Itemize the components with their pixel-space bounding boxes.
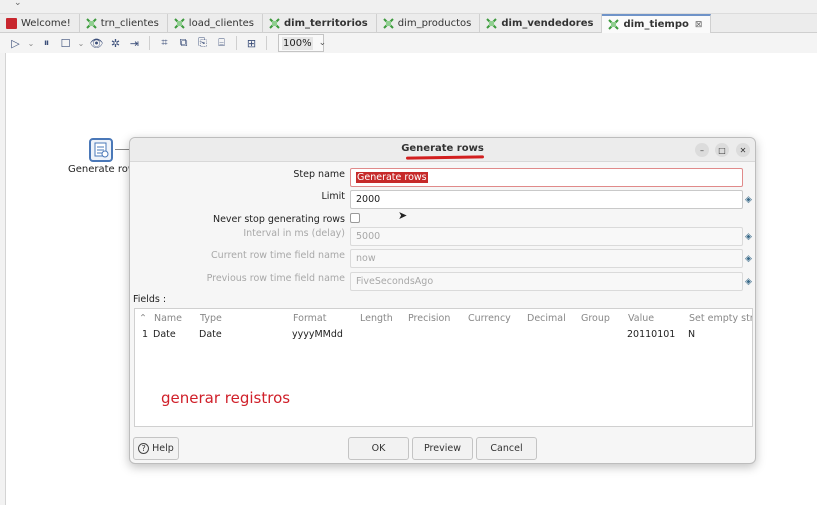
fields-label: Fields : [133, 294, 167, 305]
sort-caret-icon[interactable]: ⌃ [139, 313, 147, 324]
variable-icon: ◈ [745, 254, 752, 264]
step-name-input[interactable]: Generate rows [350, 168, 743, 187]
toolbar-divider [149, 36, 150, 50]
tab-trn-clientes[interactable]: trn_clientes [80, 14, 168, 33]
interval-label: Interval in ms (delay) [243, 228, 345, 239]
dialog-title: Generate rows [401, 143, 484, 154]
help-button[interactable]: ? Help [133, 437, 179, 460]
mouse-cursor-icon: ➤ [398, 209, 408, 222]
tab-dim-tiempo[interactable]: dim_tiempo ⊠ [602, 14, 712, 33]
variable-icon: ◈ [745, 195, 752, 205]
maximize-icon[interactable]: □ [715, 143, 729, 157]
cancel-button[interactable]: Cancel [476, 437, 537, 460]
impact-icon[interactable]: ⧉ [176, 36, 191, 51]
interval-input[interactable]: 5000 [350, 227, 743, 246]
column-header[interactable]: Name [154, 313, 182, 324]
previous-time-input[interactable]: FiveSecondsAgo [350, 272, 743, 291]
tab-load-clientes[interactable]: load_clientes [168, 14, 263, 33]
table-cell[interactable]: N [688, 329, 695, 340]
preview-button[interactable]: Preview [412, 437, 473, 460]
transformation-icon [174, 18, 185, 29]
preview-eye-icon[interactable]: 👁 [89, 36, 104, 51]
tab-label: Welcome! [21, 18, 71, 29]
verify-icon[interactable]: ⌗ [157, 36, 172, 51]
tab-label: dim_productos [397, 18, 472, 29]
red-underline-annotation [405, 155, 485, 160]
column-header[interactable]: Type [200, 313, 222, 324]
row-number: 1 [142, 329, 149, 340]
top-strip: ⌄ [0, 0, 817, 14]
variable-icon: ◈ [745, 232, 752, 242]
column-header[interactable]: Group [581, 313, 610, 324]
step-name-label: Step name [293, 169, 345, 180]
tab-label: dim_tiempo [623, 19, 689, 30]
step-name-value: Generate rows [356, 172, 428, 183]
transformation-icon [382, 18, 394, 29]
explore-db-icon[interactable]: ⌸ [214, 36, 229, 51]
column-header[interactable]: Set empty str [689, 313, 752, 324]
table-cell[interactable]: Date [199, 329, 222, 340]
help-label: Help [152, 443, 174, 454]
tab-label: trn_clientes [100, 18, 159, 29]
column-header[interactable]: Decimal [527, 313, 566, 324]
align-grid-icon[interactable]: ⊞ [244, 36, 259, 51]
transformation-icon [486, 18, 498, 29]
tab-dim-territorios[interactable]: dim_territorios [263, 14, 377, 33]
chevron-down-icon[interactable]: ⌄ [14, 0, 22, 8]
help-icon: ? [138, 443, 150, 454]
generate-rows-step-icon[interactable] [89, 138, 113, 162]
tab-dim-productos[interactable]: dim_productos [377, 14, 481, 33]
tab-label: dim_vendedores [501, 18, 594, 29]
tab-dim-vendedores[interactable]: dim_vendedores [480, 14, 603, 33]
annotation-text: generar registros [161, 389, 291, 407]
never-stop-checkbox[interactable] [350, 213, 360, 223]
fields-table[interactable]: ⌃ Name Type Format Length Precision Curr… [134, 308, 753, 427]
chevron-down-icon[interactable]: ⌄ [27, 36, 35, 51]
sql-icon[interactable]: ⎘ [195, 36, 210, 51]
table-cell[interactable]: 20110101 [627, 329, 675, 340]
welcome-icon [6, 18, 17, 29]
debug-icon[interactable]: ✲ [108, 36, 123, 51]
column-header[interactable]: Currency [468, 313, 511, 324]
tab-label: dim_territorios [284, 18, 368, 29]
chevron-down-icon[interactable]: ⌄ [77, 36, 85, 51]
column-header[interactable]: Length [360, 313, 393, 324]
generate-rows-dialog: Generate rows – □ ✕ Step name Generate r… [129, 137, 756, 464]
tab-welcome[interactable]: Welcome! [0, 14, 80, 33]
previous-time-label: Previous row time field name [206, 273, 345, 284]
toolbar-divider [266, 36, 267, 50]
current-time-label: Current row time field name [211, 250, 345, 261]
limit-input[interactable]: 2000 [350, 190, 743, 209]
run-icon[interactable]: ▷ [8, 36, 23, 51]
close-icon[interactable]: ✕ [736, 143, 750, 157]
never-stop-label: Never stop generating rows [212, 214, 345, 225]
current-time-input[interactable]: now [350, 249, 743, 268]
replay-icon[interactable]: ⇥ [127, 36, 142, 51]
toolbar: ▷ ⌄ ⏸ ☐ ⌄ 👁 ✲ ⇥ ⌗ ⧉ ⎘ ⌸ ⊞ 100% ⌄ [0, 33, 817, 53]
column-header[interactable]: Format [293, 313, 326, 324]
zoom-value: 100% [282, 36, 313, 50]
table-cell[interactable]: yyyyMMdd [292, 329, 343, 340]
stop-icon[interactable]: ☐ [58, 36, 73, 51]
chevron-down-icon: ⌄ [318, 38, 327, 48]
variable-icon: ◈ [745, 277, 752, 287]
column-header[interactable]: Value [628, 313, 654, 324]
toolbar-divider [236, 36, 237, 50]
transformation-icon [86, 18, 97, 29]
column-header[interactable]: Precision [408, 313, 450, 324]
close-icon[interactable]: ⊠ [695, 20, 703, 30]
pause-icon[interactable]: ⏸ [39, 36, 54, 51]
minimize-icon[interactable]: – [695, 143, 709, 157]
dialog-titlebar: Generate rows – □ ✕ [130, 138, 755, 162]
zoom-select[interactable]: 100% ⌄ [278, 34, 327, 52]
transformation-icon [269, 18, 280, 29]
table-cell[interactable]: Date [153, 329, 176, 340]
transformation-icon [608, 19, 620, 30]
limit-label: Limit [321, 191, 345, 202]
editor-tab-bar: Welcome! trn_clientes load_clientes dim_… [0, 14, 817, 33]
ok-button[interactable]: OK [348, 437, 409, 460]
tab-label: load_clientes [188, 18, 254, 29]
